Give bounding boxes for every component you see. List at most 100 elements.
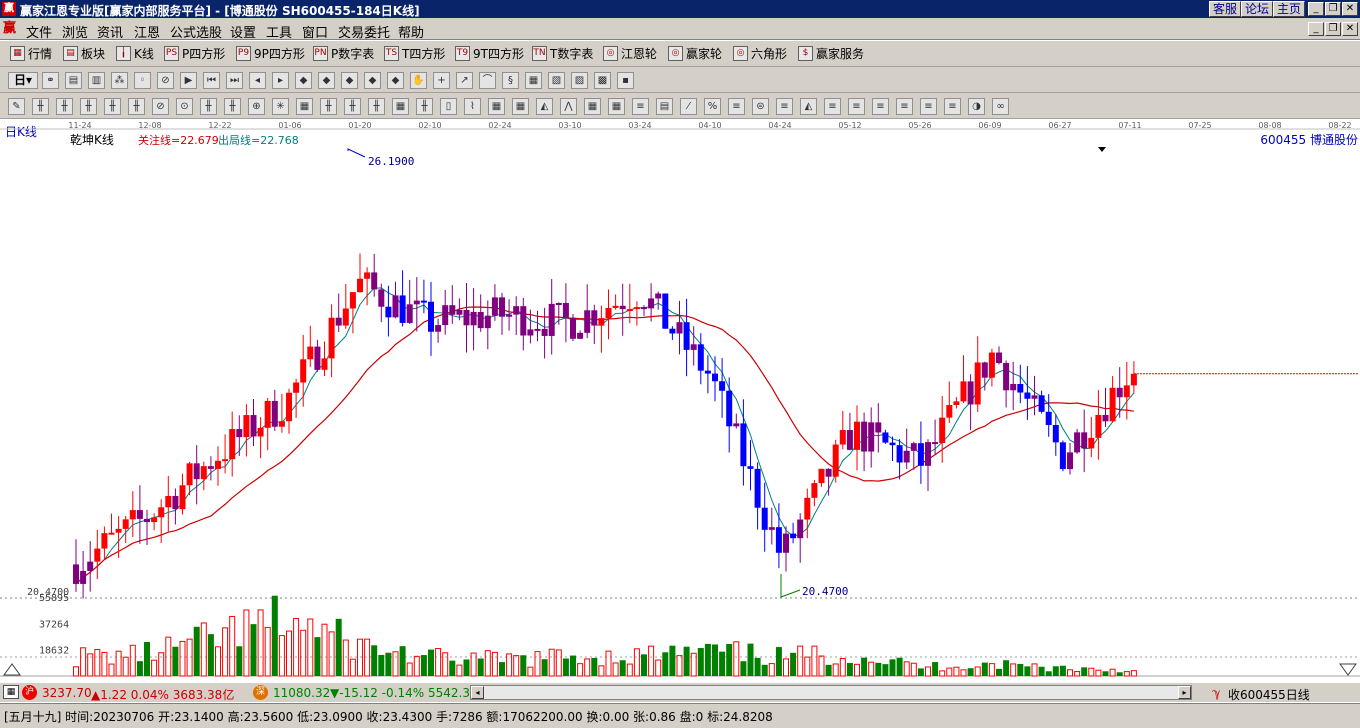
draw-tool-icon[interactable]: ▦ bbox=[296, 98, 313, 115]
close-icon[interactable]: ✕ bbox=[1342, 2, 1358, 16]
menu-formula[interactable]: 公式选股 bbox=[170, 22, 222, 41]
tool-icon[interactable]: ⏭ bbox=[226, 72, 243, 89]
draw-tool-icon[interactable]: % bbox=[704, 98, 721, 115]
draw-tool-icon[interactable]: ╫ bbox=[368, 98, 385, 115]
draw-tool-icon[interactable]: ▦ bbox=[392, 98, 409, 115]
tool-icon[interactable]: ▶ bbox=[180, 72, 197, 89]
draw-tool-icon[interactable]: ∞ bbox=[992, 98, 1009, 115]
period-selector[interactable]: 日▾ bbox=[8, 72, 38, 89]
toolbar-kline[interactable]: ╽ K线 bbox=[116, 45, 154, 62]
draw-tool-icon[interactable]: ╫ bbox=[104, 98, 121, 115]
tool-icon[interactable]: § bbox=[502, 72, 519, 89]
tool-icon[interactable]: ◂ bbox=[249, 72, 266, 89]
menu-browse[interactable]: 浏览 bbox=[62, 22, 88, 41]
draw-tool-icon[interactable]: ╫ bbox=[200, 98, 217, 115]
draw-tool-icon[interactable]: ✳ bbox=[272, 98, 289, 115]
draw-tool-icon[interactable]: ≡ bbox=[728, 98, 745, 115]
draw-tool-icon[interactable]: ╫ bbox=[416, 98, 433, 115]
draw-tool-icon[interactable]: ⊘ bbox=[152, 98, 169, 115]
draw-tool-icon[interactable]: ≡ bbox=[944, 98, 961, 115]
draw-tool-icon[interactable]: ✎ bbox=[8, 98, 25, 115]
toolbar-p-square[interactable]: PS P四方形 bbox=[164, 45, 225, 62]
tool-icon[interactable]: ⚭ bbox=[42, 72, 59, 89]
child-restore-icon[interactable]: ❐ bbox=[1325, 22, 1341, 36]
draw-tool-icon[interactable]: ⁄ bbox=[680, 98, 697, 115]
toolbar-hexagon[interactable]: ◎ 六角形 bbox=[733, 45, 787, 62]
link-forum[interactable]: 论坛 bbox=[1241, 1, 1274, 17]
tool-icon[interactable]: + bbox=[433, 72, 450, 89]
tool-icon[interactable]: ⌒ bbox=[479, 72, 496, 89]
tool-icon[interactable]: ▨ bbox=[571, 72, 588, 89]
draw-tool-icon[interactable]: ⋀ bbox=[560, 98, 577, 115]
tool-icon[interactable]: ▸ bbox=[272, 72, 289, 89]
draw-tool-icon[interactable]: ▯ bbox=[440, 98, 457, 115]
tool-icon[interactable]: ▤ bbox=[65, 72, 82, 89]
draw-tool-icon[interactable]: ⊙ bbox=[176, 98, 193, 115]
draw-tool-icon[interactable]: ≡ bbox=[848, 98, 865, 115]
draw-tool-icon[interactable]: ▦ bbox=[584, 98, 601, 115]
minimize-icon[interactable]: _ bbox=[1308, 2, 1324, 16]
menu-trade[interactable]: 交易委托 bbox=[338, 22, 390, 41]
draw-tool-icon[interactable]: ◭ bbox=[800, 98, 817, 115]
child-minimize-icon[interactable]: _ bbox=[1308, 22, 1324, 36]
draw-tool-icon[interactable]: ╫ bbox=[56, 98, 73, 115]
tool-icon[interactable]: ▥ bbox=[88, 72, 105, 89]
tool-icon[interactable]: ◆ bbox=[341, 72, 358, 89]
draw-tool-icon[interactable]: ▦ bbox=[488, 98, 505, 115]
tool-icon[interactable]: ◆ bbox=[364, 72, 381, 89]
tool-icon[interactable]: ◆ bbox=[387, 72, 404, 89]
draw-tool-icon[interactable]: ⌇ bbox=[464, 98, 481, 115]
draw-tool-icon[interactable]: ▦ bbox=[608, 98, 625, 115]
draw-tool-icon[interactable]: ≡ bbox=[776, 98, 793, 115]
menu-gann[interactable]: 江恩 bbox=[134, 22, 160, 41]
tool-icon[interactable]: ↗ bbox=[456, 72, 473, 89]
draw-tool-icon[interactable]: ╫ bbox=[320, 98, 337, 115]
tool-icon[interactable]: ⊘ bbox=[157, 72, 174, 89]
scroll-right-icon[interactable]: ▸ bbox=[1178, 686, 1191, 699]
tool-icon[interactable]: ✋ bbox=[410, 72, 427, 89]
tool-icon[interactable]: ◦ bbox=[134, 72, 151, 89]
tool-icon[interactable]: ▧ bbox=[548, 72, 565, 89]
toolbar-service[interactable]: $ 赢家服务 bbox=[798, 45, 864, 62]
tool-icon[interactable]: ▪ bbox=[617, 72, 634, 89]
draw-tool-icon[interactable]: ≡ bbox=[872, 98, 889, 115]
quote-grid-icon[interactable]: ▦ bbox=[3, 685, 19, 699]
chart-scrollbar[interactable]: ◂ ▸ bbox=[470, 685, 1192, 700]
toolbar-9p-square[interactable]: P9 9P四方形 bbox=[236, 45, 305, 62]
link-support[interactable]: 客服 bbox=[1209, 1, 1242, 17]
toolbar-sectors[interactable]: ▤ 板块 bbox=[63, 45, 105, 62]
draw-tool-icon[interactable]: ⊜ bbox=[752, 98, 769, 115]
scroll-left-icon[interactable]: ◂ bbox=[471, 686, 484, 699]
restore-icon[interactable]: ❐ bbox=[1325, 2, 1341, 16]
menu-help[interactable]: 帮助 bbox=[398, 22, 424, 41]
child-close-icon[interactable]: ✕ bbox=[1342, 22, 1358, 36]
menu-window[interactable]: 窗口 bbox=[302, 22, 328, 41]
draw-tool-icon[interactable]: ╫ bbox=[80, 98, 97, 115]
tool-icon[interactable]: ⁂ bbox=[111, 72, 128, 89]
toolbar-p-table[interactable]: PN P数字表 bbox=[313, 45, 374, 62]
menu-tools[interactable]: 工具 bbox=[266, 22, 292, 41]
tool-icon[interactable]: ◆ bbox=[295, 72, 312, 89]
toolbar-gann-wheel[interactable]: ◎ 江恩轮 bbox=[603, 45, 657, 62]
draw-tool-icon[interactable]: ⊕ bbox=[248, 98, 265, 115]
draw-tool-icon[interactable]: ◑ bbox=[968, 98, 985, 115]
draw-tool-icon[interactable]: ╫ bbox=[344, 98, 361, 115]
draw-tool-icon[interactable]: ≡ bbox=[920, 98, 937, 115]
tool-icon[interactable]: ◆ bbox=[318, 72, 335, 89]
tool-icon[interactable]: ⏮ bbox=[203, 72, 220, 89]
menu-file[interactable]: 文件 bbox=[26, 22, 52, 41]
draw-tool-icon[interactable]: ≡ bbox=[632, 98, 649, 115]
draw-tool-icon[interactable]: ≡ bbox=[824, 98, 841, 115]
toolbar-winner-wheel[interactable]: ◎ 赢家轮 bbox=[668, 45, 722, 62]
toolbar-quotes[interactable]: ▦ 行情 bbox=[10, 45, 52, 62]
draw-tool-icon[interactable]: ▦ bbox=[512, 98, 529, 115]
menu-settings[interactable]: 设置 bbox=[230, 22, 256, 41]
tool-icon[interactable]: ▦ bbox=[525, 72, 542, 89]
link-home[interactable]: 主页 bbox=[1273, 1, 1306, 17]
toolbar-9t-square[interactable]: T9 9T四方形 bbox=[455, 45, 524, 62]
tool-icon[interactable]: ▩ bbox=[594, 72, 611, 89]
draw-tool-icon[interactable]: ╫ bbox=[32, 98, 49, 115]
draw-tool-icon[interactable]: ╫ bbox=[224, 98, 241, 115]
toolbar-t-table[interactable]: TN T数字表 bbox=[532, 45, 593, 62]
toolbar-t-square[interactable]: TS T四方形 bbox=[384, 45, 445, 62]
